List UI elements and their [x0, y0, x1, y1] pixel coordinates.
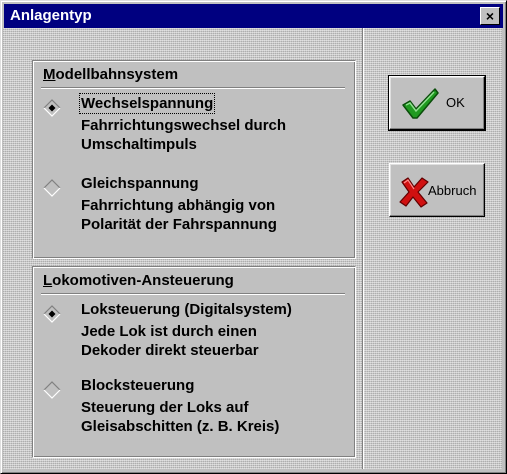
title-bar[interactable]: Anlagentyp ×	[4, 4, 503, 28]
ok-button[interactable]: OK	[388, 75, 486, 131]
radio-option-blocksteuerung[interactable]: Blocksteuerung Steuerung der Loks auf Gl…	[43, 377, 348, 437]
radio-label: Loksteuerung (Digitalsystem)	[81, 301, 292, 318]
group-title-modellbahnsystem: Modellbahnsystem	[43, 66, 178, 83]
accelerator-key: M	[43, 66, 56, 83]
accelerator-key: L	[43, 272, 53, 289]
cancel-button[interactable]: Abbruch	[389, 163, 485, 217]
checkmark-icon	[402, 88, 439, 119]
group-divider	[41, 87, 345, 89]
radio-option-loksteuerung[interactable]: Loksteuerung (Digitalsystem) Jede Lok is…	[43, 301, 348, 361]
radio-diamond-selected-icon[interactable]	[43, 305, 61, 323]
cancel-button-label: Abbruch	[428, 183, 477, 198]
close-button[interactable]: ×	[480, 7, 500, 25]
vertical-separator	[362, 28, 364, 469]
radio-description: Fahrrichtungswechsel durch Umschaltimpul…	[81, 117, 287, 153]
radio-description: Steuerung der Loks auf Gleisabschitten (…	[81, 399, 280, 435]
close-icon: ×	[485, 8, 495, 24]
radio-label: Gleichspannung	[81, 175, 199, 192]
group-title-text: odellbahnsystem	[55, 66, 179, 83]
group-divider	[41, 293, 345, 295]
group-modellbahnsystem: Modellbahnsystem Wechselspannung Fahrric…	[32, 60, 356, 259]
radio-option-wechselspannung[interactable]: Wechselspannung Fahrrichtungswechsel dur…	[43, 93, 348, 155]
group-lokomotiven-ansteuerung: Lokomotiven-Ansteuerung Loksteuerung (Di…	[32, 266, 356, 458]
radio-diamond-icon[interactable]	[43, 179, 61, 197]
radio-description: Fahrrichtung abhängig von Polarität der …	[81, 197, 277, 233]
window-title: Anlagentyp	[10, 7, 92, 24]
ok-button-label: OK	[446, 95, 465, 110]
radio-label: Wechselspannung	[78, 93, 216, 114]
radio-description: Jede Lok ist durch einen Dekoder direkt …	[81, 323, 259, 359]
radio-diamond-selected-icon[interactable]	[43, 99, 61, 117]
group-title-text: okomotiven-Ansteuerung	[52, 272, 234, 289]
radio-diamond-icon[interactable]	[43, 381, 61, 399]
group-title-lokomotiven: Lokomotiven-Ansteuerung	[43, 272, 234, 289]
radio-option-gleichspannung[interactable]: Gleichspannung Fahrrichtung abhängig von…	[43, 175, 348, 235]
x-mark-icon	[399, 177, 429, 208]
radio-label: Blocksteuerung	[81, 377, 195, 394]
